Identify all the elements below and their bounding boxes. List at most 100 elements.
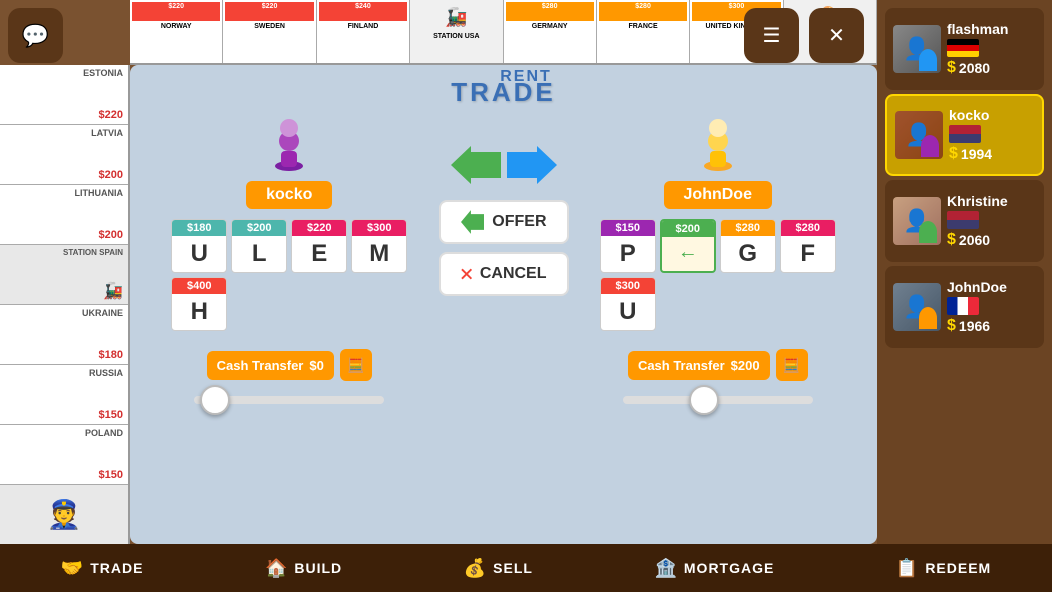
player-card-johndoe[interactable]: 👤 JohnDoe $ 1966 bbox=[885, 266, 1044, 348]
arrows-row bbox=[451, 146, 557, 184]
right-player-section: JohnDoe $150 P $200 ← $280 G $280 F bbox=[579, 116, 858, 404]
left-cell-ukraine: UKRAINE $180 bbox=[0, 305, 128, 365]
right-slider-thumb[interactable] bbox=[689, 385, 719, 415]
close-button[interactable]: ✕ bbox=[809, 8, 864, 63]
build-icon: 🏠 bbox=[265, 558, 288, 579]
player-card-khristine[interactable]: 👤 Khristine $ 2060 bbox=[885, 180, 1044, 262]
right-arrow-icon bbox=[507, 146, 557, 184]
property-card-l[interactable]: $200 L bbox=[231, 219, 287, 273]
property-card-e[interactable]: $220 E bbox=[291, 219, 347, 273]
right-property-grid: $150 P $200 ← $280 G $280 F $300 bbox=[600, 219, 836, 331]
mortgage-label: MORTGAGE bbox=[684, 560, 774, 576]
toolbar-sell[interactable]: 💰 SELL bbox=[464, 558, 533, 579]
flag-khristine bbox=[947, 211, 979, 229]
cancel-icon bbox=[461, 262, 472, 286]
left-cell-station: STATION SPAIN 🚂 bbox=[0, 245, 128, 305]
player-info-kocko: kocko $ 1994 bbox=[949, 107, 1034, 163]
trade-icon: 🤝 bbox=[61, 558, 84, 579]
player-info-johndoe: JohnDoe $ 1966 bbox=[947, 279, 1036, 335]
property-card-u[interactable]: $180 U bbox=[171, 219, 227, 273]
trade-label: TRADE bbox=[90, 560, 143, 576]
left-slider-thumb[interactable] bbox=[200, 385, 230, 415]
menu-button[interactable]: ☰ bbox=[744, 8, 799, 63]
chat-button[interactable]: 💬 bbox=[8, 8, 63, 63]
menu-icon: ☰ bbox=[763, 23, 781, 48]
right-cash-transfer-row: Cash Transfer $200 🧮 bbox=[628, 349, 808, 381]
left-cell-estonia: ESTONIA $220 bbox=[0, 65, 128, 125]
player-name-flashman: flashman bbox=[947, 21, 1036, 37]
offer-label: OFFER bbox=[492, 213, 546, 231]
avatar-khristine: 👤 bbox=[893, 197, 941, 245]
property-card-m[interactable]: $300 M bbox=[351, 219, 407, 273]
property-card-h[interactable]: $400 H bbox=[171, 277, 227, 331]
property-card-arrow[interactable]: $200 ← bbox=[660, 219, 716, 273]
top-right-buttons: ☰ ✕ bbox=[744, 8, 864, 63]
token-flashman bbox=[919, 49, 937, 71]
left-cell-latvia: LATVIA $200 bbox=[0, 125, 128, 185]
right-player-pawn bbox=[698, 116, 738, 171]
right-sidebar: 👤 flashman $ 2080 👤 kocko $ 1994 bbox=[877, 0, 1052, 544]
close-icon: ✕ bbox=[828, 23, 845, 48]
player-info-khristine: Khristine $ 2060 bbox=[947, 193, 1036, 249]
property-card-g[interactable]: $280 G bbox=[720, 219, 776, 273]
toolbar-mortgage[interactable]: 🏦 MORTGAGE bbox=[654, 558, 774, 579]
cancel-label: CANCEL bbox=[480, 265, 547, 283]
token-kocko bbox=[921, 135, 939, 157]
player-info-flashman: flashman $ 2080 bbox=[947, 21, 1036, 77]
left-cell-russia: RUSSIA $150 bbox=[0, 365, 128, 425]
left-cash-amount: $0 bbox=[309, 358, 323, 373]
flag-johndoe bbox=[947, 297, 979, 315]
board-cell-1: $220 SWEDEN bbox=[223, 0, 316, 63]
player-card-kocko[interactable]: 👤 kocko $ 1994 bbox=[885, 94, 1044, 176]
left-player-name: kocko bbox=[246, 181, 332, 209]
right-calculator-button[interactable]: 🧮 bbox=[776, 349, 808, 381]
left-slider-track bbox=[194, 396, 384, 404]
left-cash-transfer-row: Cash Transfer $0 🧮 bbox=[207, 349, 372, 381]
bottom-toolbar: 🤝 TRADE 🏠 BUILD 💰 SELL 🏦 MORTGAGE 📋 REDE… bbox=[0, 544, 1052, 592]
board-cell-5: $280 FRANCE bbox=[597, 0, 690, 63]
chat-icon: 💬 bbox=[22, 23, 49, 49]
left-cell-jail: 👮 bbox=[0, 485, 128, 545]
toolbar-build[interactable]: 🏠 BUILD bbox=[265, 558, 342, 579]
board-cell-2: $240 FINLAND bbox=[317, 0, 410, 63]
token-khristine bbox=[919, 221, 937, 243]
left-property-grid: $180 U $200 L $220 E $300 M $400 bbox=[171, 219, 407, 331]
property-card-u2[interactable]: $300 U bbox=[600, 277, 656, 331]
sell-label: SELL bbox=[493, 560, 533, 576]
avatar-kocko: 👤 bbox=[895, 111, 943, 159]
left-cash-label: Cash Transfer bbox=[217, 358, 304, 373]
left-calculator-button[interactable]: 🧮 bbox=[340, 349, 372, 381]
board-cell-3: 🚂 STATION USA bbox=[410, 0, 503, 63]
center-section: OFFER CANCEL bbox=[439, 116, 569, 296]
player-name-johndoe: JohnDoe bbox=[947, 279, 1036, 295]
redeem-label: REDEEM bbox=[925, 560, 991, 576]
token-johndoe bbox=[919, 307, 937, 329]
offer-button[interactable]: OFFER bbox=[439, 200, 569, 244]
toolbar-redeem[interactable]: 📋 REDEEM bbox=[896, 558, 991, 579]
board-cell-0: $220 NORWAY bbox=[130, 0, 223, 63]
avatar-flashman: 👤 bbox=[893, 25, 941, 73]
right-cash-amount: $200 bbox=[731, 358, 760, 373]
rent-label: RENT bbox=[500, 68, 552, 86]
player-name-kocko: kocko bbox=[949, 107, 1034, 123]
left-cell-poland: POLAND $150 bbox=[0, 425, 128, 485]
sell-icon: 💰 bbox=[464, 558, 487, 579]
trade-modal: TRADE kocko $180 U $200 L bbox=[130, 65, 877, 544]
toolbar-trade[interactable]: 🤝 TRADE bbox=[61, 558, 144, 579]
avatar-johndoe: 👤 bbox=[893, 283, 941, 331]
offer-icon bbox=[461, 210, 485, 234]
left-player-pawn bbox=[269, 116, 309, 171]
property-card-p[interactable]: $150 P bbox=[600, 219, 656, 273]
player-money-khristine: $ 2060 bbox=[947, 231, 1036, 249]
cancel-button[interactable]: CANCEL bbox=[439, 252, 569, 296]
redeem-icon: 📋 bbox=[896, 558, 919, 579]
left-arrow-icon bbox=[451, 146, 501, 184]
right-slider-row bbox=[613, 391, 823, 404]
board-cell-4: $280 GERMANY bbox=[504, 0, 597, 63]
flag-flashman bbox=[947, 39, 979, 57]
left-slider-row bbox=[184, 391, 394, 404]
player-name-khristine: Khristine bbox=[947, 193, 1036, 209]
modal-body: kocko $180 U $200 L $220 E $300 M bbox=[130, 116, 877, 544]
player-card-flashman[interactable]: 👤 flashman $ 2080 bbox=[885, 8, 1044, 90]
property-card-f[interactable]: $280 F bbox=[780, 219, 836, 273]
